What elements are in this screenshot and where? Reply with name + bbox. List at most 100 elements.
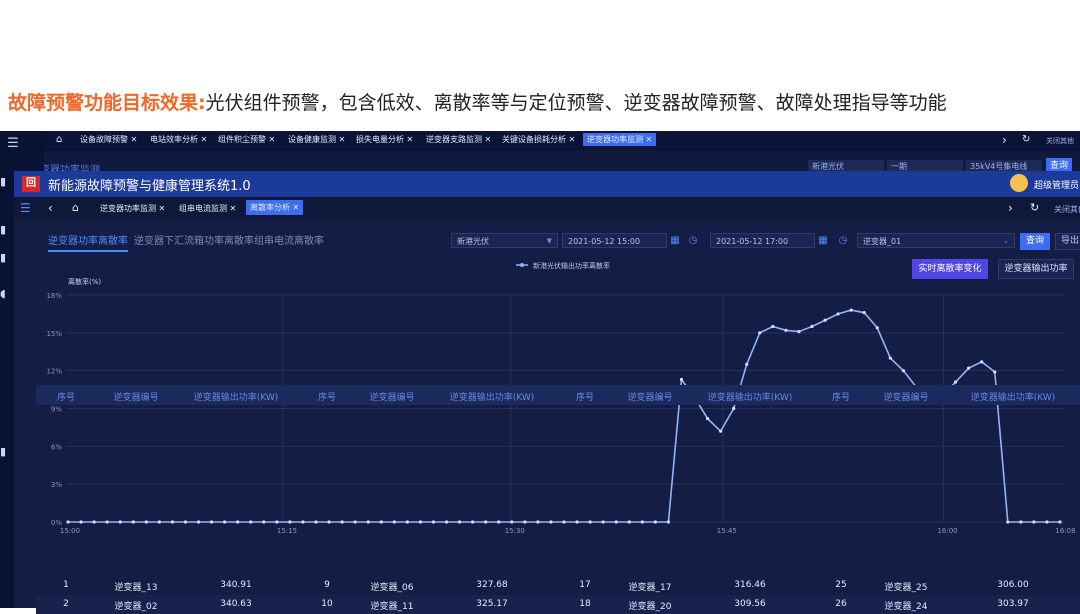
header-cell: 逆变器输出功率(KW)	[193, 393, 279, 403]
data-point	[366, 520, 370, 524]
data-point	[66, 520, 70, 524]
table-cell: 逆变器_20	[628, 602, 672, 612]
table-cell: 25	[835, 580, 847, 590]
data-point	[588, 520, 592, 524]
data-point	[471, 520, 475, 524]
table-cell: 1	[63, 580, 69, 590]
data-point	[562, 520, 566, 524]
data-point	[444, 520, 449, 524]
data-point	[1058, 520, 1062, 524]
data-point	[640, 520, 644, 524]
table-cell: 316.46	[734, 580, 766, 590]
data-point	[810, 324, 814, 329]
data-point	[249, 520, 253, 524]
y-tick-label: 12%	[46, 368, 62, 376]
x-tick-label: 16:08	[1055, 527, 1075, 535]
data-point	[719, 429, 723, 433]
legend-marker	[520, 263, 524, 267]
table-cell: 9	[324, 580, 330, 590]
data-point	[627, 520, 631, 524]
data-point	[314, 520, 318, 524]
data-point	[536, 520, 540, 524]
header-cell: 逆变器编号	[369, 393, 415, 403]
data-point	[431, 520, 436, 524]
data-point	[823, 318, 827, 322]
header-cell: 序号	[575, 393, 594, 403]
data-point	[980, 360, 984, 364]
data-point	[392, 520, 396, 524]
y-tick-label: 18%	[46, 292, 62, 300]
header-cell: 逆变器输出功率(KW)	[707, 393, 793, 403]
data-point	[196, 520, 201, 524]
data-point	[275, 520, 279, 524]
data-point	[170, 520, 175, 524]
header-cell: 序号	[56, 393, 75, 403]
header-cell: 逆变器输出功率(KW)	[970, 393, 1056, 403]
table-cell: 340.91	[220, 580, 252, 590]
data-point	[1045, 520, 1049, 524]
data-point	[745, 362, 749, 366]
series-line	[68, 309, 1060, 523]
data-point	[340, 520, 344, 524]
data-point	[157, 520, 161, 524]
data-point	[105, 520, 109, 524]
data-point	[236, 520, 240, 524]
table-cell: 逆变器_02	[114, 602, 158, 612]
data-point	[666, 520, 671, 524]
data-point	[144, 520, 148, 524]
data-point	[183, 520, 188, 524]
data-point	[797, 329, 801, 334]
data-point	[875, 326, 879, 330]
data-point	[223, 520, 227, 524]
data-point	[601, 520, 605, 524]
data-point	[849, 308, 853, 312]
data-point	[457, 520, 462, 524]
data-point	[705, 416, 710, 421]
data-point	[732, 406, 736, 411]
data-point	[92, 520, 96, 524]
data-point	[653, 520, 657, 524]
data-point	[1006, 520, 1010, 524]
table-cell: 327.68	[476, 580, 508, 590]
data-point	[993, 370, 997, 374]
table-cell: 逆变器_06	[370, 583, 414, 593]
header-cell: 逆变器编号	[627, 393, 673, 403]
y-tick-label: 6%	[51, 443, 62, 451]
data-point	[510, 520, 514, 524]
x-tick-label: 15:30	[505, 527, 525, 535]
x-tick-label: 15:15	[277, 527, 297, 535]
data-point	[836, 312, 840, 316]
data-point	[679, 377, 684, 382]
data-point	[771, 324, 775, 329]
data-point	[118, 520, 122, 524]
data-point	[1019, 520, 1023, 524]
data-point	[888, 356, 892, 360]
table-cell: 逆变器_13	[114, 583, 158, 593]
y-axis-label: 离散率(%)	[68, 277, 101, 286]
data-point	[862, 311, 866, 315]
table-cell: 306.00	[997, 580, 1029, 590]
data-point	[353, 520, 357, 524]
data-point	[523, 520, 527, 524]
header-cell: 序号	[831, 393, 850, 403]
data-point	[327, 520, 331, 524]
dispersion-line-chart: 0% 3% 6% 9% 12% 15% 18% 15:00 15:15 15:30 15:45 16:…	[46, 261, 1075, 535]
data-point	[549, 520, 553, 524]
table-cell: 逆变器_11	[370, 602, 414, 612]
y-tick-label: 3%	[51, 481, 62, 489]
data-point	[262, 520, 266, 524]
data-point	[405, 520, 409, 524]
data-point	[131, 520, 135, 524]
table-cell: 17	[579, 580, 591, 590]
data-point	[288, 520, 292, 524]
x-tick-label: 15:45	[717, 527, 737, 535]
data-point	[784, 328, 788, 332]
data-point	[79, 520, 83, 524]
table-cell: 逆变器_24	[884, 602, 928, 612]
table-header: 序号 逆变器编号 逆变器输出功率(KW) 序号 逆变器编号 逆变器输出功率(KW…	[36, 385, 1080, 405]
data-point	[1032, 520, 1036, 524]
data-point	[209, 520, 214, 524]
y-tick-label: 9%	[51, 406, 62, 414]
x-tick-label: 15:00	[60, 527, 80, 535]
y-tick-label: 15%	[46, 330, 62, 338]
